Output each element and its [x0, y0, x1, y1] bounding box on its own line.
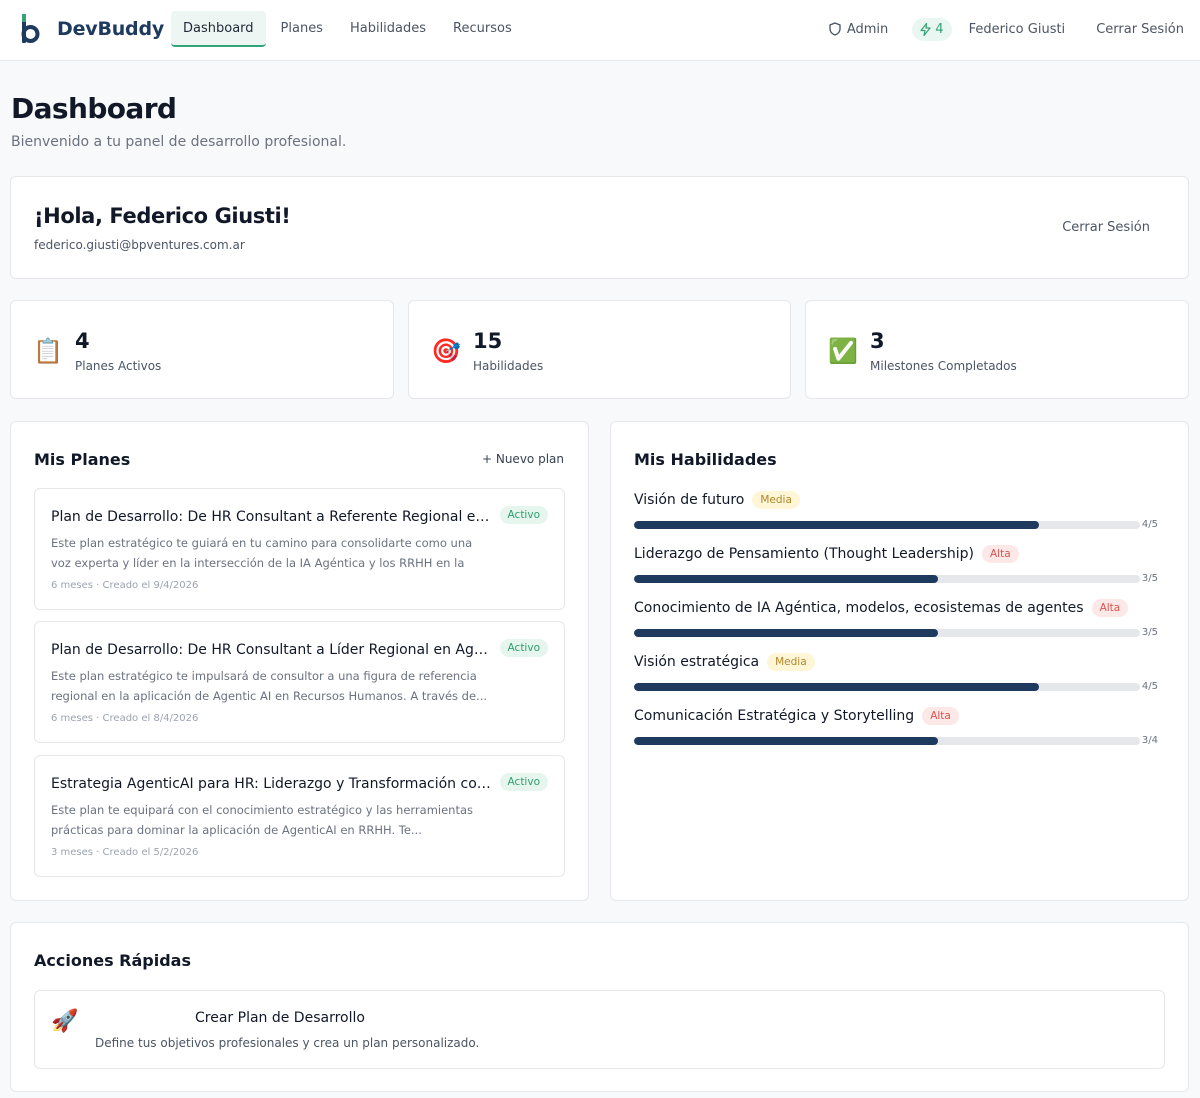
skill-score: 4/5	[1141, 519, 1158, 530]
rocket-icon: 🚀	[51, 1009, 79, 1034]
brand-name[interactable]: DevBuddy	[57, 18, 164, 40]
skill-item: Visión estratégica Media 4/5	[634, 651, 1158, 701]
plan-card[interactable]: Plan de Desarrollo: De HR Consultant a R…	[34, 488, 565, 610]
new-plan-button[interactable]: + Nuevo plan	[482, 452, 564, 466]
skill-item: Conocimiento de IA Agéntica, modelos, ec…	[634, 597, 1158, 647]
stat-value: 15	[473, 329, 503, 353]
check-icon: ✅	[828, 337, 858, 365]
plan-description: Este plan te equipará con el conocimient…	[51, 803, 474, 837]
action-title: Crear Plan de Desarrollo	[195, 1010, 365, 1026]
greeting-logout-button[interactable]: Cerrar Sesión	[1062, 220, 1150, 235]
skill-item: Visión de futuro Media 4/5	[634, 489, 1158, 539]
user-name-link[interactable]: Federico Giusti	[969, 22, 1066, 37]
skill-item: Comunicación Estratégica y Storytelling …	[634, 705, 1158, 755]
top-navbar: DevBuddy Dashboard Planes Habilidades Re…	[0, 0, 1200, 61]
status-badge: Activo	[499, 639, 548, 657]
skill-item: Liderazgo de Pensamiento (Thought Leader…	[634, 543, 1158, 593]
nav-right: Admin 4 Federico Giusti Cerrar Sesión	[828, 15, 1200, 43]
nav-habilidades[interactable]: Habilidades	[338, 11, 438, 47]
admin-link[interactable]: Admin	[828, 22, 888, 37]
priority-badge: Alta	[981, 545, 1019, 563]
plan-description: Este plan estratégico te guiará en tu ca…	[51, 536, 473, 570]
skill-progress-fill	[634, 629, 938, 637]
admin-label: Admin	[846, 21, 889, 37]
status-badge: Activo	[499, 506, 548, 524]
skills-title: Mis Habilidades	[634, 450, 777, 469]
skill-name: Visión estratégica	[634, 654, 760, 670]
create-plan-action[interactable]: 🚀 Crear Plan de Desarrollo Define tus ob…	[34, 990, 1165, 1069]
skill-score: 3/4	[1141, 735, 1158, 746]
quick-actions-panel: Acciones Rápidas 🚀 Crear Plan de Desarro…	[10, 922, 1189, 1092]
priority-badge: Media	[752, 491, 800, 509]
nav-planes[interactable]: Planes	[269, 11, 335, 47]
skill-progress-fill	[634, 575, 938, 583]
user-email: federico.giusti@bpventures.com.ar	[34, 238, 245, 252]
skill-name: Comunicación Estratégica y Storytelling	[634, 708, 915, 724]
skill-name: Liderazgo de Pensamiento (Thought Leader…	[634, 546, 974, 562]
nav-recursos[interactable]: Recursos	[441, 11, 524, 47]
quick-actions-title: Acciones Rápidas	[34, 951, 191, 970]
logo-icon[interactable]	[20, 13, 42, 45]
skill-name: Conocimiento de IA Agéntica, modelos, ec…	[634, 600, 1084, 616]
plan-title: Estrategia AgenticAI para HR: Liderazgo …	[51, 776, 493, 792]
skill-progress-bar	[634, 575, 1140, 583]
stat-value: 3	[870, 329, 885, 353]
plan-meta: 6 meses · Creado el 9/4/2026	[51, 580, 199, 591]
page-subtitle: Bienvenido a tu panel de desarrollo prof…	[11, 134, 347, 150]
stat-value: 4	[75, 329, 90, 353]
stat-card-milestones[interactable]: ✅ 3 Milestones Completados	[805, 300, 1189, 399]
status-badge: Activo	[499, 773, 548, 791]
stat-label: Planes Activos	[75, 359, 162, 373]
target-icon: 🎯	[431, 337, 461, 365]
priority-badge: Media	[767, 653, 815, 671]
greeting-title: ¡Hola, Federico Giusti!	[34, 204, 291, 228]
stat-label: Milestones Completados	[870, 359, 1017, 373]
skill-progress-fill	[634, 683, 1039, 691]
page-title: Dashboard	[11, 92, 177, 125]
skill-score: 3/5	[1141, 573, 1158, 584]
plan-title: Plan de Desarrollo: De HR Consultant a L…	[51, 642, 493, 658]
nav-dashboard[interactable]: Dashboard	[171, 11, 266, 47]
clipboard-icon: 📋	[33, 337, 63, 365]
bolt-badge[interactable]: 4	[912, 17, 952, 41]
plan-meta: 3 meses · Creado el 5/2/2026	[51, 847, 199, 858]
plans-title: Mis Planes	[34, 450, 131, 469]
skill-score: 4/5	[1141, 681, 1158, 692]
stat-label: Habilidades	[473, 359, 544, 373]
bolt-icon	[920, 22, 931, 36]
skill-progress-bar	[634, 737, 1140, 745]
plan-title: Plan de Desarrollo: De HR Consultant a R…	[51, 509, 493, 525]
bolt-count: 4	[935, 21, 944, 37]
greeting-card: ¡Hola, Federico Giusti! federico.giusti@…	[10, 176, 1189, 279]
plan-card[interactable]: Estrategia AgenticAI para HR: Liderazgo …	[34, 755, 565, 877]
skill-progress-fill	[634, 521, 1039, 529]
plan-meta: 6 meses · Creado el 8/4/2026	[51, 713, 199, 724]
plan-description: Este plan estratégico te impulsará de co…	[51, 669, 488, 703]
skill-progress-bar	[634, 521, 1140, 529]
stat-card-planes[interactable]: 📋 4 Planes Activos	[10, 300, 394, 399]
shield-icon	[829, 22, 841, 36]
logout-button[interactable]: Cerrar Sesión	[1096, 22, 1184, 37]
main-nav: Dashboard Planes Habilidades Recursos	[171, 11, 527, 47]
stat-card-habilidades[interactable]: 🎯 15 Habilidades	[408, 300, 791, 399]
skill-progress-fill	[634, 737, 938, 745]
skill-score: 3/5	[1141, 627, 1158, 638]
plan-card[interactable]: Plan de Desarrollo: De HR Consultant a L…	[34, 621, 565, 743]
skill-progress-bar	[634, 629, 1140, 637]
plans-panel: Mis Planes + Nuevo plan Plan de Desarrol…	[10, 421, 589, 901]
action-description: Define tus objetivos profesionales y cre…	[95, 1036, 480, 1050]
priority-badge: Alta	[1091, 599, 1129, 617]
skill-progress-bar	[634, 683, 1140, 691]
skills-panel: Mis Habilidades Visión de futuro Media 4…	[610, 421, 1189, 901]
priority-badge: Alta	[922, 707, 959, 725]
skill-name: Visión de futuro	[634, 492, 745, 508]
